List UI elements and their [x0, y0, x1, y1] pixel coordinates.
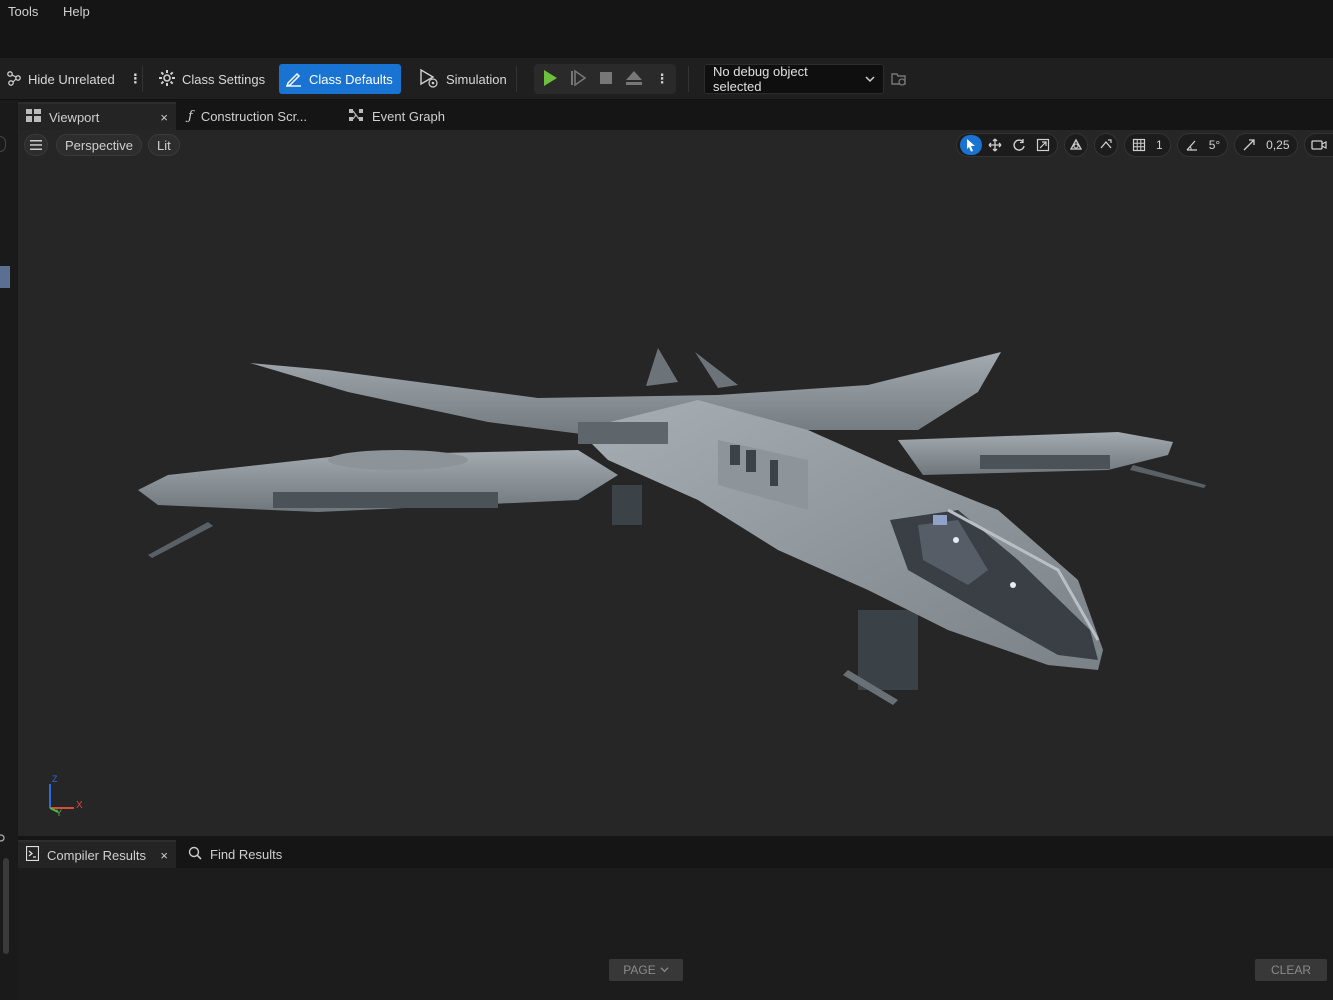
simulation-label: Simulation	[446, 71, 507, 87]
bottom-tab-bar: Compiler Results × Find Results	[18, 838, 1333, 868]
eject-icon	[625, 69, 643, 90]
play-controls: ⋮	[534, 64, 676, 94]
tab-viewport-label: Viewport	[49, 109, 100, 125]
axis-z-label: Z	[52, 774, 58, 784]
step-forward-icon	[569, 68, 587, 90]
play-button[interactable]	[536, 64, 564, 94]
compiler-results-label: Compiler Results	[47, 847, 146, 863]
axis-x-label: X	[76, 800, 83, 811]
play-icon	[541, 69, 559, 90]
class-defaults-label: Class Defaults	[309, 71, 393, 87]
more-options-icon[interactable]: ⋮	[129, 71, 142, 87]
hide-unrelated-icon	[6, 70, 22, 89]
stop-icon	[598, 70, 614, 89]
compiler-results-icon	[25, 845, 40, 864]
chevron-down-icon	[660, 963, 669, 977]
debug-select-label: No debug object selected	[713, 64, 808, 94]
toolbar-separator	[688, 66, 689, 92]
tab-compiler-results[interactable]: Compiler Results ×	[18, 840, 176, 868]
class-settings-label: Class Settings	[182, 71, 266, 87]
toolbar-separator	[516, 66, 517, 92]
class-defaults-button[interactable]: Class Defaults	[279, 64, 401, 94]
simulation-button[interactable]: Simulation	[412, 64, 513, 94]
viewport-grid-icon	[26, 109, 41, 125]
search-icon	[188, 846, 202, 863]
menu-tools[interactable]: Tools	[8, 4, 38, 19]
viewport-3d[interactable]: Perspective Lit 1 5° 0,25 1	[18, 130, 1333, 836]
hide-unrelated-label: Hide Unrelated	[28, 71, 115, 87]
close-icon[interactable]: ×	[160, 848, 168, 863]
tab-construction-script-label: Construction Scr...	[200, 108, 308, 124]
toolbar-separator	[142, 66, 143, 92]
find-debug-object-icon[interactable]	[890, 70, 908, 91]
gear-icon	[158, 69, 176, 90]
debug-object-select[interactable]: No debug object selected	[704, 64, 884, 94]
selected-row-marker	[0, 266, 10, 288]
page-button-label: PAGE	[623, 963, 656, 977]
tab-find-results[interactable]: Find Results	[180, 840, 290, 868]
page-button[interactable]: PAGE	[609, 959, 683, 981]
menu-help[interactable]: Help	[63, 4, 90, 19]
find-results-label: Find Results	[210, 846, 283, 862]
play-options-icon[interactable]: ⋮	[648, 64, 676, 94]
menu-bar: Tools Help	[0, 0, 1333, 58]
function-icon: ƒ	[188, 108, 193, 124]
panel-handle[interactable]	[0, 136, 6, 152]
clear-button[interactable]: CLEAR	[1255, 959, 1327, 981]
settings-gear-icon[interactable]	[0, 832, 8, 847]
hide-unrelated-button[interactable]: Hide Unrelated ⋮	[0, 64, 148, 94]
tab-viewport[interactable]: Viewport ×	[18, 102, 176, 130]
tab-event-graph[interactable]: Event Graph	[340, 102, 453, 130]
edit-pencil-icon	[285, 69, 303, 90]
close-icon[interactable]: ×	[160, 110, 168, 125]
stop-button[interactable]	[592, 64, 620, 94]
simulation-icon	[418, 68, 440, 91]
aircraft-model[interactable]	[18, 130, 1333, 836]
class-settings-button[interactable]: Class Settings	[152, 64, 271, 94]
chevron-down-icon	[865, 72, 875, 87]
left-scrollbar[interactable]	[3, 858, 9, 954]
eject-button[interactable]	[620, 64, 648, 94]
axis-y-label: Y	[56, 808, 63, 818]
tab-construction-script[interactable]: ƒ Construction Scr...	[180, 102, 315, 130]
compiler-results-panel: PAGE CLEAR	[18, 868, 1333, 1000]
axis-gizmo	[49, 784, 74, 813]
event-graph-icon	[348, 108, 364, 125]
tab-event-graph-label: Event Graph	[372, 108, 445, 124]
step-button[interactable]	[564, 64, 592, 94]
editor-tab-bar: Viewport × ƒ Construction Scr... Event G…	[18, 100, 1333, 130]
